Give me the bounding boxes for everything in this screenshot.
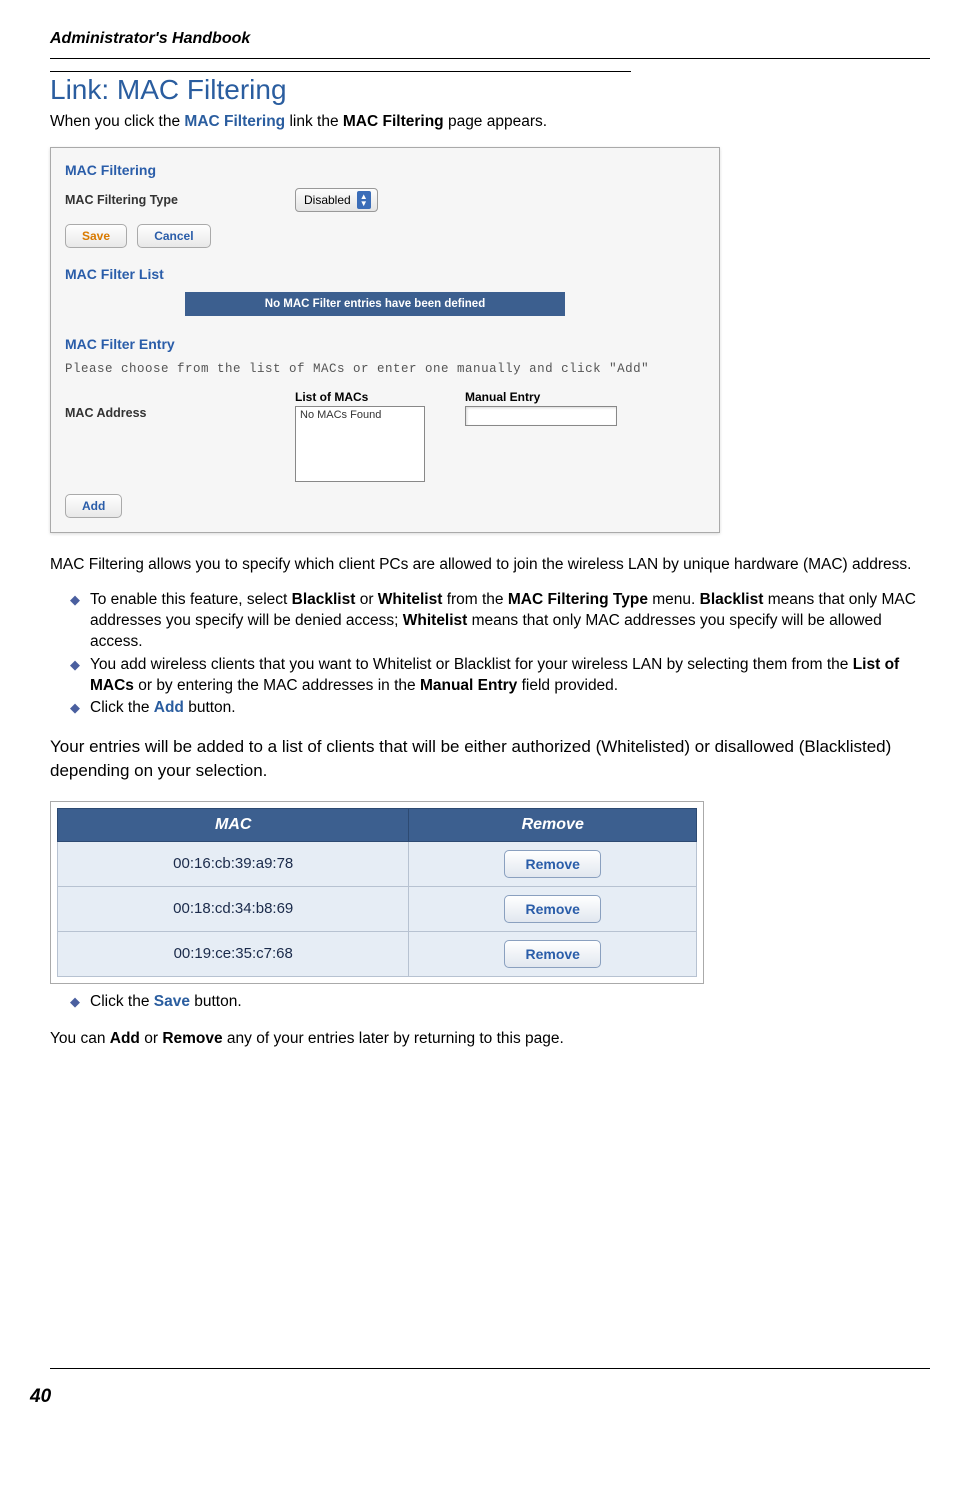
t: or [140, 1030, 162, 1047]
intro-paragraph: When you click the MAC Filtering link th… [50, 112, 930, 133]
para-3: You can Add or Remove any of your entrie… [50, 1029, 930, 1050]
running-header: Administrator's Handbook [50, 30, 930, 58]
mac-address-label: MAC Address [65, 406, 295, 420]
section-rule [50, 71, 631, 72]
col-mac: MAC [58, 808, 409, 841]
bullet-2: You add wireless clients that you want t… [70, 655, 930, 697]
table-row: 00:18:cd:34:b8:69 Remove [58, 886, 697, 931]
mac-cell: 00:19:ce:35:c7:68 [58, 931, 409, 976]
add-button[interactable]: Add [65, 494, 122, 518]
list-of-macs[interactable]: No MACs Found [295, 406, 425, 482]
manual-entry-label: Manual Entry [465, 390, 617, 404]
table-row: 00:16:cb:39:a9:78 Remove [58, 841, 697, 886]
remove-button[interactable]: Remove [504, 895, 600, 923]
para-1: MAC Filtering allows you to specify whic… [50, 555, 930, 576]
t: from the [442, 591, 507, 608]
table-row: 00:19:ce:35:c7:68 Remove [58, 931, 697, 976]
panel-heading-entry: MAC Filter Entry [65, 336, 705, 352]
intro-pre: When you click the [50, 113, 184, 130]
t: Manual Entry [420, 677, 517, 694]
bullet-list-2: Click the Save button. [50, 992, 930, 1013]
t: button. [190, 993, 242, 1010]
choose-text: Please choose from the list of MACs or e… [65, 362, 705, 376]
t: or [355, 591, 377, 608]
t: To enable this feature, select [90, 591, 292, 608]
manual-entry-input[interactable] [465, 406, 617, 426]
save-link: Save [154, 993, 190, 1010]
t: Add [110, 1030, 140, 1047]
header-rule [50, 58, 930, 59]
intro-bold: MAC Filtering [343, 113, 444, 130]
panel-heading-list: MAC Filter List [65, 266, 705, 282]
t: any of your entries later by returning t… [223, 1030, 564, 1047]
bullet-1: To enable this feature, select Blacklist… [70, 590, 930, 653]
remove-cell: Remove [409, 841, 697, 886]
bullet-list-1: To enable this feature, select Blacklist… [50, 590, 930, 720]
cancel-button[interactable]: Cancel [137, 224, 210, 248]
type-value: Disabled [304, 193, 351, 207]
t: or by entering the MAC addresses in the [134, 677, 420, 694]
entry-row: MAC Address List of MACs No MACs Found M… [65, 390, 705, 482]
t: Click the [90, 699, 154, 716]
t: Whitelist [403, 612, 468, 629]
footer-rule [50, 1368, 930, 1369]
select-arrows-icon: ▲▼ [357, 191, 371, 209]
t: Whitelist [378, 591, 443, 608]
t: MAC Filtering Type [508, 591, 648, 608]
save-button[interactable]: Save [65, 224, 127, 248]
mac-table-panel: MAC Remove 00:16:cb:39:a9:78 Remove 00:1… [50, 801, 704, 984]
intro-post: page appears. [444, 113, 547, 130]
intro-link: MAC Filtering [184, 113, 285, 130]
section-title: Link: MAC Filtering [50, 74, 930, 106]
t: menu. [648, 591, 700, 608]
remove-cell: Remove [409, 886, 697, 931]
para-2: Your entries will be added to a list of … [50, 735, 930, 783]
mac-filtering-panel: MAC Filtering MAC Filtering Type Disable… [50, 147, 720, 533]
empty-list-message: No MAC Filter entries have been defined [185, 292, 565, 316]
mac-cell: 00:18:cd:34:b8:69 [58, 886, 409, 931]
bullet-3: Click the Add button. [70, 698, 930, 719]
add-link: Add [154, 699, 184, 716]
type-label: MAC Filtering Type [65, 193, 295, 207]
type-select[interactable]: Disabled ▲▼ [295, 188, 378, 212]
t: Remove [162, 1030, 222, 1047]
t: You add wireless clients that you want t… [90, 656, 853, 673]
list-of-macs-label: List of MACs [295, 390, 425, 404]
t: Click the [90, 993, 154, 1010]
type-row: MAC Filtering Type Disabled ▲▼ [65, 188, 705, 212]
t: Blacklist [292, 591, 356, 608]
remove-button[interactable]: Remove [504, 940, 600, 968]
remove-cell: Remove [409, 931, 697, 976]
t: You can [50, 1030, 110, 1047]
page-number: 40 [30, 1386, 51, 1408]
panel-heading-filtering: MAC Filtering [65, 162, 705, 178]
col-remove: Remove [409, 808, 697, 841]
mac-cell: 00:16:cb:39:a9:78 [58, 841, 409, 886]
table-header-row: MAC Remove [58, 808, 697, 841]
intro-mid: link the [285, 113, 343, 130]
t: Blacklist [700, 591, 764, 608]
t: button. [184, 699, 236, 716]
mac-table: MAC Remove 00:16:cb:39:a9:78 Remove 00:1… [57, 808, 697, 977]
button-row: Save Cancel [65, 224, 705, 248]
bullet-save: Click the Save button. [70, 992, 930, 1013]
t: field provided. [517, 677, 618, 694]
remove-button[interactable]: Remove [504, 850, 600, 878]
